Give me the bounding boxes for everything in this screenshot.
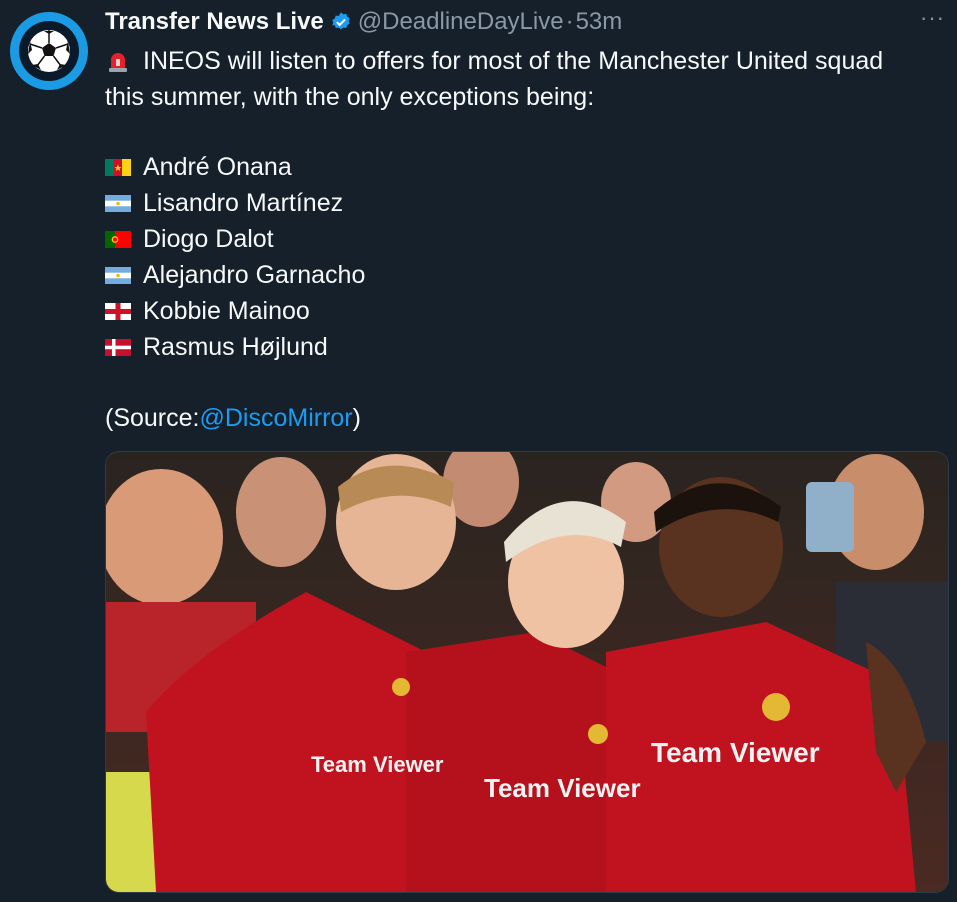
user-handle[interactable]: @DeadlineDayLive: [358, 8, 564, 36]
intro-text-1: INEOS will listen to offers for most of …: [143, 47, 884, 75]
argentina-flag-icon: [105, 194, 131, 212]
list-item: Lisandro Martínez: [105, 185, 945, 221]
intro-text-2: this summer, with the only exceptions be…: [105, 83, 595, 111]
player-name: Diogo Dalot: [143, 225, 274, 253]
player-name: Alejandro Garnacho: [143, 261, 366, 289]
shirt-sponsor-right: Team Viewer: [651, 737, 820, 768]
list-item: Alejandro Garnacho: [105, 257, 945, 293]
player-name: Rasmus Højlund: [143, 333, 328, 361]
source-suffix: ): [352, 404, 361, 432]
siren-icon: [109, 53, 127, 72]
timestamp[interactable]: 53m: [576, 8, 623, 36]
england-flag-icon: [105, 302, 131, 320]
soccer-ball-icon: [28, 30, 70, 72]
player-list: André Onana Lisandro Martínez Diogo Dalo…: [105, 149, 945, 365]
intro-line-1: INEOS will listen to offers for most of …: [105, 43, 945, 79]
shirt-sponsor-middle: Team Viewer: [484, 773, 641, 803]
list-item: André Onana: [105, 149, 945, 185]
source-prefix: (Source:: [105, 404, 200, 432]
cameroon-flag-icon: [105, 158, 131, 176]
separator-dot: ·: [565, 8, 574, 35]
source-line: (Source: @DiscoMirror): [105, 400, 945, 436]
tweet-photo[interactable]: Team Viewer Team Viewer Team Viewer: [105, 451, 949, 893]
argentina-flag-icon: [105, 266, 131, 284]
player-name: André Onana: [143, 153, 292, 181]
tweet-text: INEOS will listen to offers for most of …: [105, 43, 945, 436]
portugal-flag-icon: [105, 230, 131, 248]
display-name[interactable]: Transfer News Live: [105, 8, 324, 36]
source-mention-link[interactable]: @DiscoMirror: [199, 400, 352, 436]
intro-line-2: this summer, with the only exceptions be…: [105, 79, 945, 115]
player-name: Kobbie Mainoo: [143, 297, 310, 325]
denmark-flag-icon: [105, 338, 131, 356]
more-options-button[interactable]: ···: [920, 7, 945, 29]
profile-avatar[interactable]: [10, 12, 88, 90]
players-celebration-photo: Team Viewer Team Viewer Team Viewer: [106, 452, 948, 892]
verified-badge-icon: [330, 11, 352, 33]
player-name: Lisandro Martínez: [143, 189, 344, 217]
shirt-sponsor-left: Team Viewer: [311, 752, 444, 777]
tweet-header: Transfer News Live @DeadlineDayLive · 53…: [105, 6, 947, 38]
list-item: Rasmus Højlund: [105, 329, 945, 365]
list-item: Kobbie Mainoo: [105, 293, 945, 329]
list-item: Diogo Dalot: [105, 221, 945, 257]
